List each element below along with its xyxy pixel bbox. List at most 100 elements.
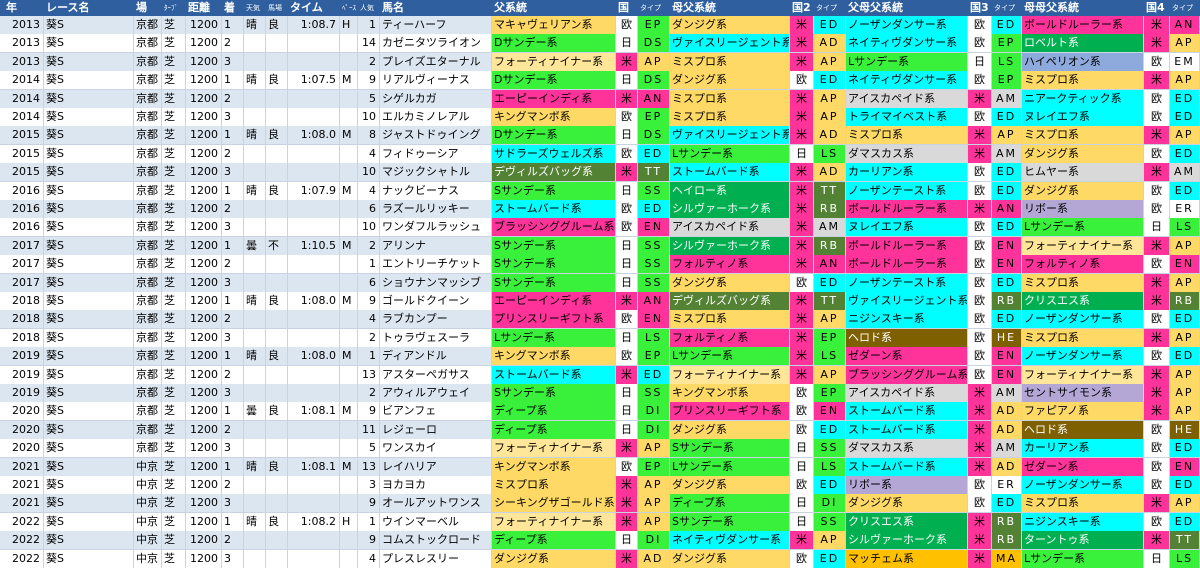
cell-course[interactable]: 京都	[134, 126, 162, 145]
cell-country2[interactable]: 日	[790, 494, 814, 513]
cell-race[interactable]: 葵S	[44, 384, 134, 402]
cell-type[interactable]: SS	[638, 273, 670, 292]
cell-popularity[interactable]: 1	[358, 255, 380, 274]
cell-horse[interactable]: ディアンドル	[380, 347, 492, 366]
cell-country4[interactable]: 欧	[1144, 476, 1170, 494]
cell-pace[interactable]	[340, 531, 358, 550]
cell-surface[interactable]: 芝	[162, 439, 186, 458]
cell-sire-of-dam-sire[interactable]: トライマイベスト系	[846, 108, 968, 126]
cell-dam-dam-sire[interactable]: Lサンデー系	[1022, 549, 1144, 568]
cell-dam-dam-sire[interactable]: ヒムヤー系	[1022, 163, 1144, 182]
cell-course[interactable]: 中京	[134, 494, 162, 513]
cell-year[interactable]: 2020	[0, 420, 44, 439]
cell-country3[interactable]: 米	[968, 384, 992, 402]
cell-sire-line[interactable]: Dサンデー系	[492, 71, 616, 90]
cell-surface[interactable]: 芝	[162, 494, 186, 513]
cell-going[interactable]	[266, 218, 288, 237]
cell-type3[interactable]: AD	[992, 457, 1022, 476]
cell-pace[interactable]: M	[340, 457, 358, 476]
cell-type[interactable]: EN	[638, 310, 670, 329]
cell-country2[interactable]: 欧	[790, 476, 814, 494]
cell-sire-of-dam-sire[interactable]: ノーザンテースト系	[846, 181, 968, 200]
cell-country[interactable]: 米	[616, 476, 638, 494]
cell-weather[interactable]: 晴	[244, 16, 266, 34]
cell-pace[interactable]	[340, 218, 358, 237]
cell-country3[interactable]: 欧	[968, 163, 992, 182]
cell-race[interactable]: 葵S	[44, 439, 134, 458]
cell-country3[interactable]: 欧	[968, 328, 992, 347]
cell-type[interactable]: DI	[638, 420, 670, 439]
cell-type3[interactable]: ED	[992, 494, 1022, 513]
cell-type4[interactable]: HE	[1170, 420, 1200, 439]
cell-popularity[interactable]: 11	[358, 420, 380, 439]
cell-horse[interactable]: エルカミノレアル	[380, 108, 492, 126]
cell-type2[interactable]: ED	[814, 273, 846, 292]
cell-year[interactable]: 2016	[0, 200, 44, 218]
cell-race[interactable]: 葵S	[44, 236, 134, 255]
cell-country[interactable]: 米	[616, 512, 638, 531]
cell-surface[interactable]: 芝	[162, 476, 186, 494]
cell-type2[interactable]: AP	[814, 108, 846, 126]
cell-horse[interactable]: アリンナ	[380, 236, 492, 255]
cell-going[interactable]	[266, 310, 288, 329]
cell-finish[interactable]: 3	[222, 328, 244, 347]
cell-country4[interactable]: 日	[1144, 549, 1170, 568]
cell-sire-line[interactable]: プリンスリーギフト系	[492, 310, 616, 329]
cell-year[interactable]: 2015	[0, 126, 44, 145]
cell-weather[interactable]	[244, 384, 266, 402]
cell-time[interactable]: 1:08.2	[288, 512, 340, 531]
cell-country4[interactable]: 欧	[1144, 512, 1170, 531]
cell-type3[interactable]: RB	[992, 531, 1022, 550]
cell-sire-line[interactable]: ディープ系	[492, 531, 616, 550]
cell-type2[interactable]: TT	[814, 181, 846, 200]
cell-sire-line[interactable]: Sサンデー系	[492, 236, 616, 255]
header-course[interactable]: 場	[134, 0, 162, 16]
cell-race[interactable]: 葵S	[44, 476, 134, 494]
cell-surface[interactable]: 芝	[162, 310, 186, 329]
cell-country3[interactable]: 欧	[968, 476, 992, 494]
cell-weather[interactable]: 晴	[244, 126, 266, 145]
cell-country[interactable]: 米	[616, 163, 638, 182]
cell-type2[interactable]: LS	[814, 457, 846, 476]
cell-horse[interactable]: プレスレスリー	[380, 549, 492, 568]
cell-type4[interactable]: AP	[1170, 328, 1200, 347]
cell-type2[interactable]: ED	[814, 16, 846, 34]
cell-year[interactable]: 2019	[0, 347, 44, 366]
cell-type4[interactable]: AP	[1170, 402, 1200, 421]
cell-sire-of-dam-sire[interactable]: ノーザンダンサー系	[846, 16, 968, 34]
cell-finish[interactable]: 3	[222, 52, 244, 71]
cell-year[interactable]: 2016	[0, 181, 44, 200]
cell-pace[interactable]	[340, 384, 358, 402]
cell-weather[interactable]: 晴	[244, 347, 266, 366]
cell-weather[interactable]	[244, 476, 266, 494]
cell-country[interactable]: 日	[616, 34, 638, 53]
cell-type[interactable]: SS	[638, 181, 670, 200]
cell-type2[interactable]: ED	[814, 549, 846, 568]
cell-country3[interactable]: 欧	[968, 236, 992, 255]
cell-dam-sire-line[interactable]: ダンジグ系	[670, 71, 790, 90]
cell-time[interactable]	[288, 328, 340, 347]
cell-surface[interactable]: 芝	[162, 347, 186, 366]
cell-country[interactable]: 日	[616, 71, 638, 90]
cell-dam-sire-line[interactable]: ミスプロ系	[670, 310, 790, 329]
cell-type4[interactable]: ED	[1170, 439, 1200, 458]
cell-course[interactable]: 京都	[134, 292, 162, 310]
cell-finish[interactable]: 2	[222, 200, 244, 218]
cell-popularity[interactable]: 6	[358, 200, 380, 218]
cell-distance[interactable]: 1200	[186, 163, 222, 182]
cell-distance[interactable]: 1200	[186, 494, 222, 513]
cell-finish[interactable]: 2	[222, 531, 244, 550]
cell-country[interactable]: 欧	[616, 16, 638, 34]
cell-dam-sire-line[interactable]: ダンジグ系	[670, 273, 790, 292]
cell-sire-of-dam-sire[interactable]: ボールドルーラー系	[846, 236, 968, 255]
cell-surface[interactable]: 芝	[162, 236, 186, 255]
cell-country2[interactable]: 欧	[790, 71, 814, 90]
header-type4[interactable]: タイプ	[1170, 0, 1200, 16]
cell-country4[interactable]: 欧	[1144, 310, 1170, 329]
cell-popularity[interactable]: 1	[358, 512, 380, 531]
cell-distance[interactable]: 1200	[186, 549, 222, 568]
header-country2[interactable]: 国2	[790, 0, 812, 16]
cell-sire-line[interactable]: Dサンデー系	[492, 126, 616, 145]
header-dam-dam-sire[interactable]: 母母父系統	[1022, 0, 1144, 16]
cell-type[interactable]: TT	[638, 163, 670, 182]
